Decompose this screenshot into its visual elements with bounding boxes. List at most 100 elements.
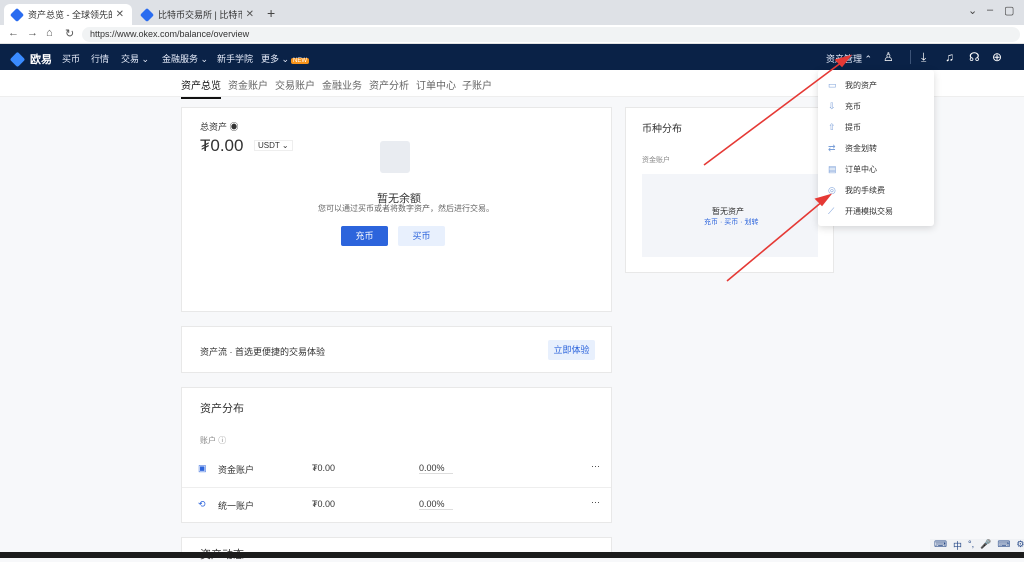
- site-header: 欧易 买币 行情 交易 ⌄ 金融服务 ⌄ 新手学院 更多 ⌄ NEW 资产管理 ⌃…: [0, 44, 1024, 70]
- total-assets-label: 总资产 ◉: [200, 122, 239, 132]
- menu-item-label: 充币: [845, 102, 861, 111]
- section-subtitle: 账户 ⓘ: [200, 436, 227, 445]
- tab-sub-accounts[interactable]: 子账户: [462, 77, 492, 92]
- close-icon[interactable]: ✕: [246, 9, 254, 20]
- logo-icon: [9, 51, 26, 67]
- taskbar: [0, 552, 1024, 558]
- globe-icon[interactable]: ⊕: [992, 50, 1002, 64]
- menu-item-label: 订单中心: [845, 165, 877, 174]
- download-icon[interactable]: ⤓: [921, 50, 926, 65]
- table-row[interactable]: ▣ 资金账户 ₮0.00 0.00% ···: [182, 454, 611, 488]
- user-icon[interactable]: ♙: [883, 50, 894, 64]
- menu-item-label: 开通模拟交易: [845, 207, 893, 216]
- new-tab-icon[interactable]: +: [267, 5, 275, 21]
- total-assets-amount: ₮0.00: [200, 136, 244, 155]
- account-name: 资金账户: [218, 465, 255, 475]
- table-row[interactable]: ⟲ 统一账户 ₮0.00 0.00% ···: [182, 488, 611, 522]
- empty-asset-links[interactable]: 充币 · 买币 · 划转: [704, 217, 758, 227]
- logo-text: 欧易: [30, 54, 52, 66]
- asset-activity-card: 资产动态: [181, 537, 612, 561]
- nav-markets[interactable]: 行情: [91, 52, 109, 65]
- empty-chart-area: 暂无资产 充币 · 买币 · 划转: [642, 174, 818, 257]
- promo-banner: 资产流 · 首选更便捷的交易体验 立即体验: [181, 326, 612, 373]
- browser-tab-active[interactable]: 资产总览 - 全球领先的比特币交 ✕: [4, 4, 132, 25]
- tab-analysis[interactable]: 资产分析: [369, 77, 409, 92]
- url-field[interactable]: https://www.okex.com/balance/overview: [82, 27, 1020, 42]
- balance-card: 总资产 ◉ ₮0.00 USDT ⌄ 暂无余额 您可以通过买币或者将数字资产，然…: [181, 107, 612, 312]
- restore-icon[interactable]: ▢: [1004, 4, 1014, 17]
- new-badge: NEW: [291, 58, 310, 64]
- tab-finance[interactable]: 金融业务: [322, 77, 362, 92]
- transfer-icon: ⇄: [828, 143, 836, 153]
- account-pct: 0.00%: [419, 463, 453, 474]
- chevron-down-icon[interactable]: ⌄: [968, 4, 977, 17]
- currency-title: 币种分布: [642, 124, 682, 135]
- currency-select[interactable]: USDT ⌄: [254, 140, 293, 151]
- menu-item-orders[interactable]: ▤ 订单中心: [828, 164, 877, 175]
- nav-finance[interactable]: 金融服务 ⌄: [162, 52, 208, 65]
- menu-item-transfer[interactable]: ⇄ 资金划转: [828, 143, 877, 154]
- menu-item-demo-trading[interactable]: ⟋ 开通模拟交易: [828, 206, 893, 217]
- account-value: ₮0.00: [312, 463, 336, 473]
- more-icon[interactable]: ···: [591, 461, 600, 471]
- currency-distribution-card: 币种分布 资金账户 暂无资产 充币 · 买币 · 划转: [625, 107, 834, 273]
- nav-trade[interactable]: 交易 ⌄: [121, 52, 149, 65]
- account-pct: 0.00%: [419, 499, 453, 510]
- minimize-icon[interactable]: –: [987, 4, 993, 16]
- menu-item-label: 我的资产: [845, 81, 877, 90]
- tab-title: 资产总览 - 全球领先的比特币交: [28, 10, 112, 20]
- punctuation-icon[interactable]: °,: [968, 539, 974, 553]
- tab-funding-account[interactable]: 资金账户: [228, 77, 268, 92]
- headset-icon[interactable]: ☊: [969, 50, 980, 64]
- menu-item-my-assets[interactable]: ▭ 我的资产: [828, 80, 877, 91]
- close-icon[interactable]: ✕: [116, 9, 124, 20]
- forward-icon[interactable]: →: [27, 27, 38, 39]
- address-bar: ← → ⌂ ↻ https://www.okex.com/balance/ove…: [0, 25, 1024, 44]
- wallet-icon: ▭: [828, 80, 837, 90]
- settings-icon[interactable]: ⚙: [1016, 539, 1024, 553]
- browser-tab-bar: 资产总览 - 全球领先的比特币交 ✕ 比特币交易所 | 比特币交易平台 ✕ + …: [0, 0, 1024, 25]
- okex-favicon-icon: [9, 7, 25, 22]
- home-icon[interactable]: ⌂: [46, 27, 53, 39]
- nav-more-label: 更多 ⌄: [261, 54, 290, 64]
- empty-asset-title: 暂无资产: [712, 207, 744, 216]
- deposit-button[interactable]: 充币: [341, 226, 388, 246]
- okex-favicon-icon: [139, 7, 155, 22]
- account-value: ₮0.00: [312, 499, 336, 509]
- menu-item-label: 提币: [845, 123, 861, 132]
- promo-text: 资产流 · 首选更便捷的交易体验: [200, 347, 325, 357]
- nav-academy[interactable]: 新手学院: [217, 52, 253, 65]
- back-icon[interactable]: ←: [8, 27, 19, 39]
- chart-icon: ⟋: [828, 206, 835, 216]
- asset-management-dropdown: ▭ 我的资产 ⇩ 充币 ⇧ 提币 ⇄ 资金划转 ▤ 订单中心 ◎ 我的手续费 ⟋ 开通模拟交易: [818, 70, 934, 226]
- menu-item-withdraw[interactable]: ⇧ 提币: [828, 122, 861, 133]
- more-icon[interactable]: ···: [591, 497, 600, 507]
- fee-icon: ◎: [828, 185, 836, 195]
- menu-item-fees[interactable]: ◎ 我的手续费: [828, 185, 885, 196]
- site-logo[interactable]: 欧易: [9, 51, 52, 67]
- microphone-icon[interactable]: 🎤: [980, 539, 991, 553]
- asset-distribution-card: 资产分布 账户 ⓘ ▣ 资金账户 ₮0.00 0.00% ··· ⟲ 统一账户 …: [181, 387, 612, 523]
- nav-buy-crypto[interactable]: 买币: [62, 52, 80, 65]
- browser-tab[interactable]: 比特币交易所 | 比特币交易平台 ✕: [134, 4, 262, 25]
- buy-button[interactable]: 买币: [398, 226, 445, 246]
- nav-more[interactable]: 更多 ⌄ NEW: [261, 52, 310, 65]
- account-name: 统一账户: [218, 501, 255, 511]
- deposit-icon: ⇩: [828, 101, 836, 111]
- tab-overview[interactable]: 资产总览: [181, 77, 221, 99]
- asset-management-menu[interactable]: 资产管理 ⌃: [826, 52, 872, 65]
- keyboard-icon[interactable]: ⌨: [934, 539, 947, 553]
- bell-icon[interactable]: ♫: [945, 50, 954, 64]
- menu-item-label: 资金划转: [845, 144, 877, 153]
- tab-trading-account[interactable]: 交易账户: [275, 77, 315, 92]
- keyboard-icon[interactable]: ⌨: [997, 539, 1010, 553]
- divider: [910, 50, 911, 64]
- reload-icon[interactable]: ↻: [65, 27, 74, 40]
- withdraw-icon: ⇧: [828, 122, 836, 132]
- menu-item-deposit[interactable]: ⇩ 充币: [828, 101, 861, 112]
- ime-chinese-indicator[interactable]: 中: [953, 539, 962, 553]
- tab-orders[interactable]: 订单中心: [416, 77, 456, 92]
- empty-document-icon: [380, 141, 410, 173]
- try-now-button[interactable]: 立即体验: [548, 340, 595, 360]
- orders-icon: ▤: [828, 164, 837, 174]
